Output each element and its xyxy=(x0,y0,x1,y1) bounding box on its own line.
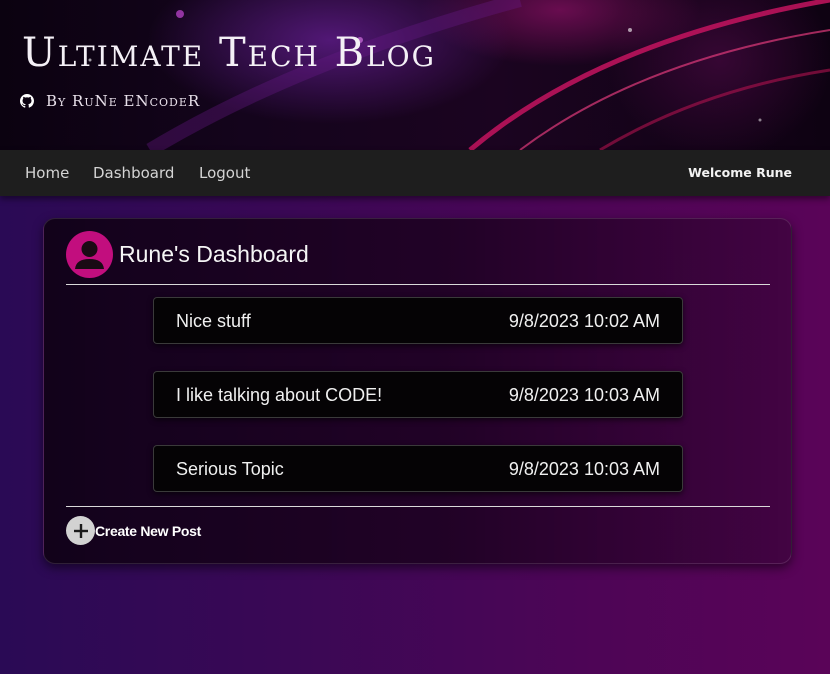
author-byline[interactable]: By RuNe ENcodeR xyxy=(20,92,200,110)
post-item[interactable]: I like talking about CODE! 9/8/2023 10:0… xyxy=(153,371,683,418)
post-title: Nice stuff xyxy=(176,311,251,331)
user-avatar-icon xyxy=(66,231,113,278)
divider-top xyxy=(66,284,770,285)
navbar: Home Dashboard Logout Welcome Rune xyxy=(0,150,830,196)
site-header: Ultimate Tech Blog By RuNe ENcodeR xyxy=(0,0,830,150)
post-date: 9/8/2023 10:03 AM xyxy=(508,459,660,479)
github-icon[interactable] xyxy=(20,94,34,108)
welcome-message: Welcome Rune xyxy=(688,165,792,180)
post-date: 9/8/2023 10:02 AM xyxy=(508,311,660,331)
nav-home-link[interactable]: Home xyxy=(25,164,69,182)
dashboard-title: Rune's Dashboard xyxy=(119,241,309,267)
post-title: Serious Topic xyxy=(176,459,284,479)
nav-logout-link[interactable]: Logout xyxy=(199,164,250,182)
nav-dashboard-link[interactable]: Dashboard xyxy=(93,164,174,182)
site-title: Ultimate Tech Blog xyxy=(22,30,436,76)
post-item[interactable]: Serious Topic 9/8/2023 10:03 AM xyxy=(153,445,683,492)
post-title: I like talking about CODE! xyxy=(176,385,383,405)
byline-text: By RuNe ENcodeR xyxy=(46,92,201,110)
plus-icon[interactable] xyxy=(66,516,95,545)
divider-bottom xyxy=(66,506,770,507)
create-new-post-label: Create New Post xyxy=(95,522,201,539)
post-item[interactable]: Nice stuff 9/8/2023 10:02 AM xyxy=(153,297,683,344)
create-new-post-button[interactable]: Create New Post xyxy=(66,516,201,545)
post-date: 9/8/2023 10:03 AM xyxy=(508,385,660,405)
dashboard-card: Rune's Dashboard Nice stuff 9/8/2023 10:… xyxy=(43,218,792,564)
